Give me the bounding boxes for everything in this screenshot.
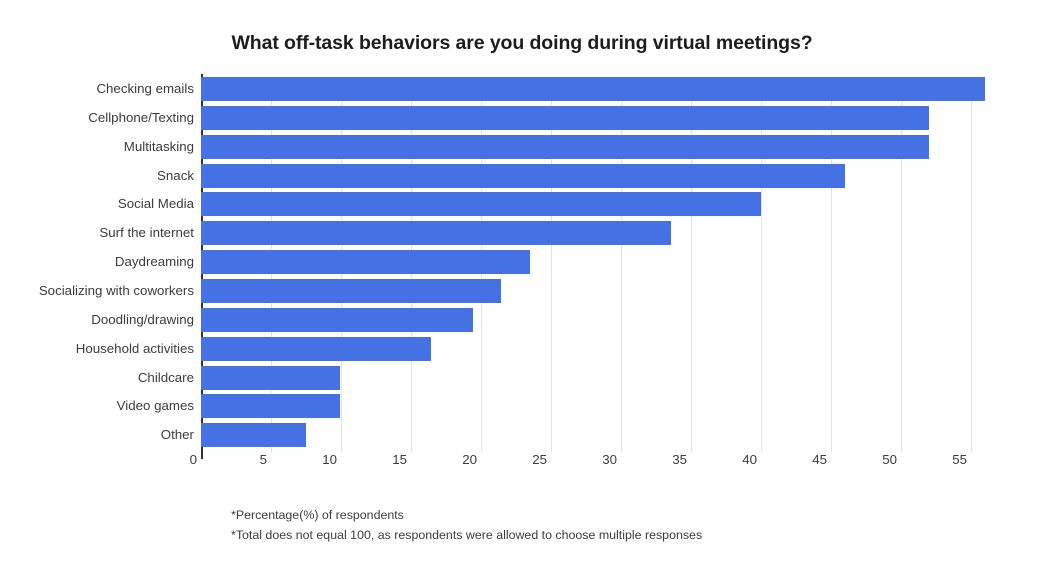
x-tick-label: 50 (882, 452, 897, 467)
category-label: Video games (116, 398, 194, 414)
x-tick-label: 15 (392, 452, 407, 467)
bar-fill (201, 365, 340, 390)
bar-fill (201, 221, 672, 246)
category-label: Surf the internet (99, 225, 194, 241)
bar[interactable] (201, 105, 929, 130)
y-axis-category-labels: Checking emails Cellphone/Texting Multitas… (0, 77, 194, 452)
category-label: Snack (157, 167, 194, 183)
x-tick-label: 55 (952, 452, 967, 467)
bar-chart: What off-task behaviors are you doing du… (0, 0, 1044, 568)
category-label: Multitasking (123, 138, 194, 154)
footnote-total: *Total does not equal 100, as respondent… (231, 528, 703, 542)
bar[interactable] (201, 221, 672, 246)
bar-fill (201, 423, 306, 448)
x-tick-label: 35 (672, 452, 687, 467)
gridline (621, 77, 622, 452)
gridline (901, 77, 902, 452)
bar-fill (201, 307, 473, 332)
category-label: Cellphone/Texting (88, 109, 194, 125)
category-label: Childcare (137, 369, 194, 385)
x-tick-label: 30 (602, 452, 617, 467)
x-tick-label: 10 (322, 452, 337, 467)
gridline (761, 77, 762, 452)
x-tick-label: 25 (532, 452, 547, 467)
category-label: Other (160, 427, 194, 443)
bar[interactable] (201, 423, 306, 448)
bar[interactable] (201, 77, 985, 101)
bar-fill (201, 134, 929, 159)
bar-fill (201, 192, 761, 217)
x-tick-label: 20 (462, 452, 477, 467)
x-tick-label: 40 (742, 452, 757, 467)
bar[interactable] (201, 365, 340, 390)
bar-fill (201, 394, 340, 419)
category-label: Social Media (117, 196, 194, 212)
x-tick-label: 0 (189, 452, 197, 467)
bar[interactable] (201, 336, 431, 361)
bar[interactable] (201, 134, 929, 159)
bar-fill (201, 163, 845, 188)
bar[interactable] (201, 192, 761, 217)
bar-fill (201, 250, 530, 275)
x-tick-label: 45 (812, 452, 827, 467)
x-axis-tick-labels: 0 5 10 15 20 25 30 35 40 45 50 55 (0, 452, 1044, 476)
x-tick-label: 5 (259, 452, 267, 467)
footnote-percentage: *Percentage(%) of respondents (231, 508, 404, 522)
bar[interactable] (201, 278, 501, 303)
gridline (551, 77, 552, 452)
category-label: Daydreaming (114, 254, 194, 270)
gridline (831, 77, 832, 452)
category-label: Checking emails (96, 81, 194, 96)
bar-fill (201, 105, 929, 130)
bar[interactable] (201, 307, 473, 332)
category-label: Household activities (75, 340, 194, 356)
category-label: Socializing with coworkers (38, 282, 194, 298)
bar[interactable] (201, 250, 530, 275)
category-label: Doodling/drawing (91, 311, 194, 327)
bar-fill (201, 336, 431, 361)
plot-area (201, 77, 996, 452)
bar[interactable] (201, 394, 340, 419)
chart-title: What off-task behaviors are you doing du… (231, 32, 813, 54)
bar[interactable] (201, 163, 845, 188)
bar-fill (201, 278, 501, 303)
gridline (971, 77, 972, 452)
gridline (691, 77, 692, 452)
bar-fill (201, 77, 985, 101)
chart-footnotes: *Percentage(%) of respondents *Total doe… (231, 505, 991, 545)
